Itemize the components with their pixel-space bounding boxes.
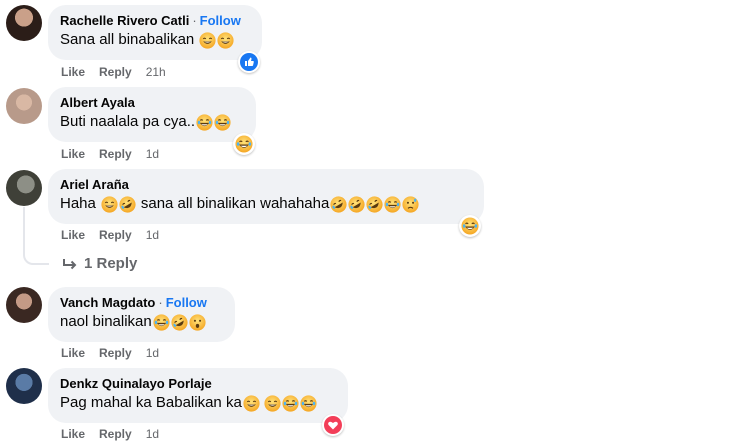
reply-link[interactable]: Reply bbox=[99, 147, 132, 161]
sad-sweat-icon bbox=[402, 196, 419, 213]
comment-actions: Like Reply 21h bbox=[61, 65, 166, 79]
avatar[interactable] bbox=[6, 5, 42, 41]
timestamp[interactable]: 1d bbox=[146, 228, 159, 242]
comment-text: Haha bbox=[60, 195, 96, 212]
comment-actions: Like Reply 1d bbox=[61, 228, 159, 242]
timestamp[interactable]: 1d bbox=[146, 346, 159, 360]
like-link[interactable]: Like bbox=[61, 147, 85, 161]
comment-bubble: Albert Ayala Buti naalala pa cya.. bbox=[48, 87, 256, 142]
comment-text: Sana all binabalikan bbox=[60, 31, 195, 48]
comment-author[interactable]: Ariel Araña bbox=[60, 177, 129, 192]
follow-button[interactable]: Follow bbox=[166, 295, 207, 310]
avatar[interactable] bbox=[6, 170, 42, 206]
comment-text: Buti naalala pa cya.. bbox=[60, 113, 196, 130]
reply-arrow-icon bbox=[63, 258, 77, 269]
haha-reaction-icon[interactable] bbox=[459, 215, 481, 237]
grin-sweat-icon bbox=[101, 196, 118, 213]
grin-icon bbox=[243, 395, 260, 412]
comment-author[interactable]: Denkz Quinalayo Porlaje bbox=[60, 376, 212, 391]
separator-dot: · bbox=[192, 13, 197, 28]
timestamp[interactable]: 1d bbox=[146, 427, 159, 441]
laugh-tears-icon bbox=[300, 395, 317, 412]
avatar[interactable] bbox=[6, 368, 42, 404]
comment-text: sana all binalikan wahahaha bbox=[140, 195, 330, 212]
comment-bubble: Vanch Magdato · Follow naol binalikan bbox=[48, 287, 235, 342]
comment-author[interactable]: Vanch Magdato bbox=[60, 295, 155, 310]
separator-dot: · bbox=[158, 295, 163, 310]
like-link[interactable]: Like bbox=[61, 228, 85, 242]
comment-text: Pag mahal ka Babalikan ka bbox=[60, 394, 242, 411]
reply-link[interactable]: Reply bbox=[99, 228, 132, 242]
like-link[interactable]: Like bbox=[61, 346, 85, 360]
comment-author[interactable]: Rachelle Rivero Catli bbox=[60, 13, 189, 28]
comment-actions: Like Reply 1d bbox=[61, 147, 159, 161]
reply-link[interactable]: Reply bbox=[99, 346, 132, 360]
grin-sweat-icon bbox=[199, 32, 216, 49]
like-link[interactable]: Like bbox=[61, 427, 85, 441]
rofl-icon bbox=[366, 196, 383, 213]
comment-bubble: Rachelle Rivero Catli · Follow Sana all bi… bbox=[48, 5, 262, 60]
comment-text: naol binalikan bbox=[60, 313, 152, 330]
comment-actions: Like Reply 1d bbox=[61, 427, 159, 441]
haha-reaction-icon[interactable] bbox=[233, 133, 255, 155]
comment-actions: Like Reply 1d bbox=[61, 346, 159, 360]
timestamp[interactable]: 1d bbox=[146, 147, 159, 161]
laugh-tears-icon bbox=[196, 114, 213, 131]
laugh-tears-icon bbox=[384, 196, 401, 213]
laugh-tears-icon bbox=[282, 395, 299, 412]
rofl-icon bbox=[171, 314, 188, 331]
rofl-icon bbox=[348, 196, 365, 213]
thread-connector bbox=[23, 207, 49, 265]
follow-button[interactable]: Follow bbox=[200, 13, 241, 28]
like-link[interactable]: Like bbox=[61, 65, 85, 79]
timestamp[interactable]: 21h bbox=[146, 65, 166, 79]
hushed-icon bbox=[189, 314, 206, 331]
grin-icon bbox=[264, 395, 281, 412]
comment-bubble: Ariel Araña Haha sana all binalikan waha… bbox=[48, 169, 484, 224]
reply-link[interactable]: Reply bbox=[99, 427, 132, 441]
rofl-icon bbox=[119, 196, 136, 213]
avatar[interactable] bbox=[6, 287, 42, 323]
replies-count: 1 Reply bbox=[84, 255, 138, 272]
laugh-tears-icon bbox=[214, 114, 231, 131]
grin-sweat-icon bbox=[217, 32, 234, 49]
crying-laugh-icon bbox=[153, 314, 170, 331]
comment-bubble: Denkz Quinalayo Porlaje Pag mahal ka Bab… bbox=[48, 368, 348, 423]
view-replies-link[interactable]: 1 Reply bbox=[62, 255, 137, 272]
avatar[interactable] bbox=[6, 88, 42, 124]
like-reaction-icon[interactable] bbox=[238, 51, 260, 73]
comment-author[interactable]: Albert Ayala bbox=[60, 95, 135, 110]
rofl-icon bbox=[330, 196, 347, 213]
reply-link[interactable]: Reply bbox=[99, 65, 132, 79]
love-reaction-icon[interactable] bbox=[322, 414, 344, 436]
